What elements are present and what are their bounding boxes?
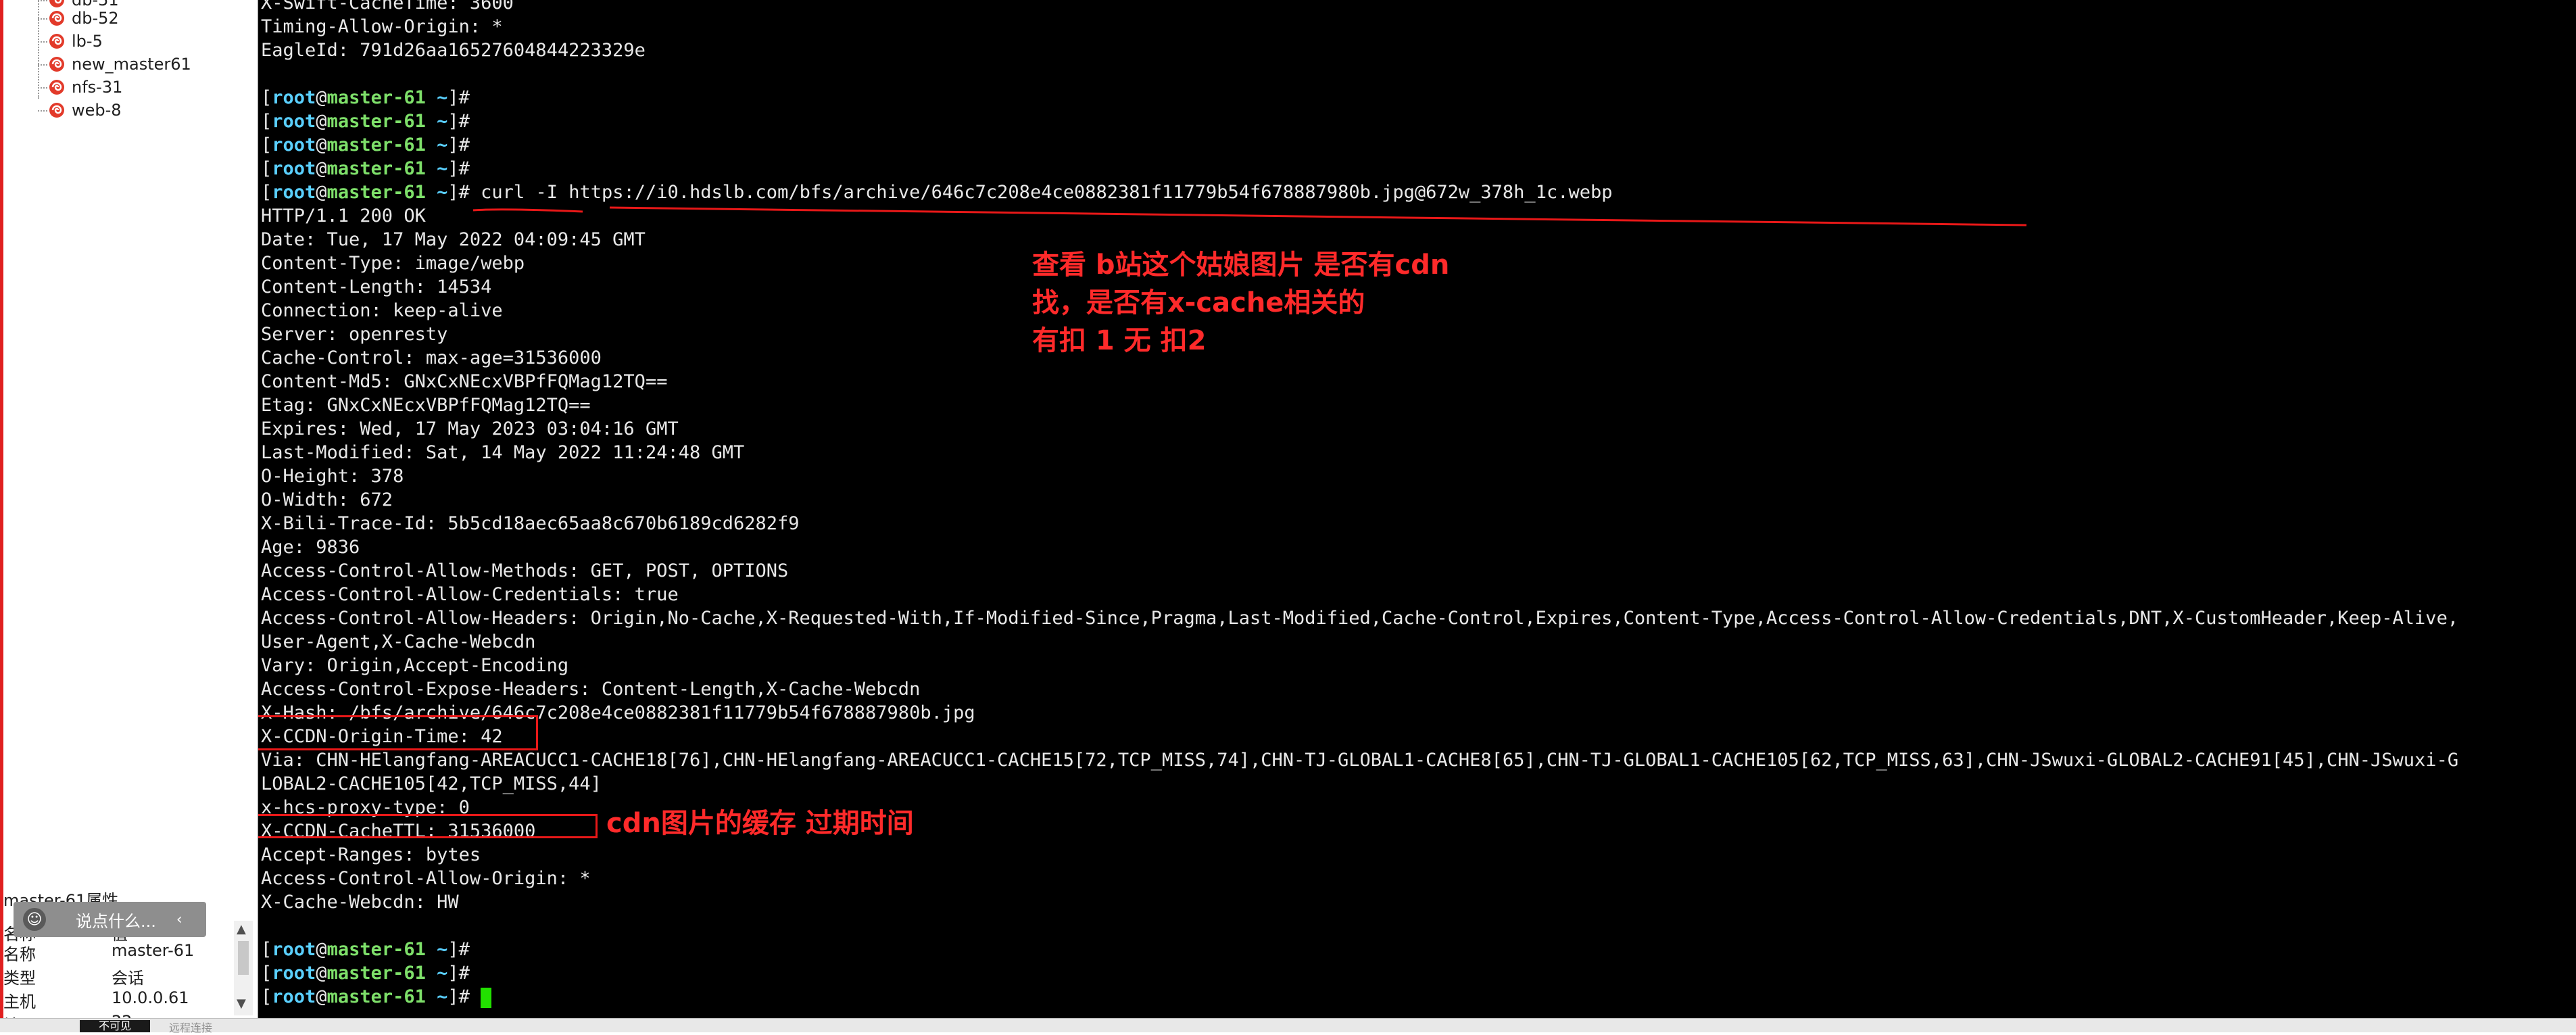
property-value: master-61 [112,941,195,960]
session-item-label: new_master61 [72,55,191,74]
session-swirl-icon [47,32,66,51]
tree-connector [38,87,47,89]
tree-connector [38,41,47,43]
tree-connector [38,18,47,20]
terminal-window[interactable]: X-Swift-CacheTime: 3600 Timing-Allow-Orig… [258,0,2576,1018]
annotation-note-line-3: 有扣 1 无 扣2 [1032,325,1207,356]
scroll-up-icon[interactable]: ▲ [237,922,246,936]
status-bar: 不可见 远程连接 [0,1018,2576,1034]
session-swirl-icon [47,55,66,74]
annotation-note-line-1: 查看 b站这个姑娘图片 是否有cdn [1032,249,1450,281]
chat-placeholder[interactable]: 说点什么... [76,908,156,932]
tree-connector [38,0,39,99]
session-item-db-52[interactable]: db-52 [47,7,119,30]
session-item-label: db-52 [72,9,119,28]
session-swirl-icon [47,101,66,120]
property-row: 名称 master-61 [3,941,233,965]
session-item-nfs-31[interactable]: nfs-31 [47,76,122,99]
property-key: 主机 [3,992,36,1011]
highlight-cache-ttl-box [258,814,598,838]
session-manager-panel: db-51 db-52 lb-5 new_master61 nfs-31 web… [0,0,258,1032]
status-button[interactable]: 不可见 [80,1020,150,1032]
session-tree: db-51 db-52 lb-5 new_master61 nfs-31 web… [0,0,256,869]
property-key: 类型 [3,969,36,988]
session-item-new-master61[interactable]: new_master61 [47,53,191,76]
scrollbar-thumb[interactable] [238,941,249,975]
property-key: 名称 [3,945,36,964]
property-row: 类型 会话 [3,965,233,988]
properties-table: 名称 master-61 类型 会话 主机 10.0.0.61 端口 22 [3,941,233,1023]
property-value: 会话 [112,969,144,988]
session-item-label: web-8 [72,101,122,120]
underline-curl-left [472,208,583,213]
session-swirl-icon [47,9,66,28]
tree-connector [38,0,47,1]
status-text: 远程连接 [169,1021,213,1034]
scroll-down-icon[interactable]: ▼ [237,996,246,1011]
session-item-label: nfs-31 [72,78,123,97]
chat-toolbar[interactable]: ☺ 说点什么... ‹ [14,902,206,937]
chat-bubble-icon[interactable]: ☺ [23,908,46,931]
annotation-underlines [472,206,2027,226]
underline-curl-right [609,206,2027,226]
session-swirl-icon [47,78,66,97]
chevron-left-icon[interactable]: ‹ [176,911,183,928]
property-value: 10.0.0.61 [112,988,189,1007]
tree-connector [38,64,47,66]
property-row: 主机 10.0.0.61 [3,988,233,1012]
session-item-web-8[interactable]: web-8 [47,99,122,122]
highlight-origin-time-box [258,715,538,750]
annotation-cache-note: cdn图片的缓存 过期时间 [606,808,914,839]
annotation-note-line-2: 找，是否有x-cache相关的 [1032,287,1365,318]
session-item-label: lb-5 [72,32,103,51]
properties-scrollbar[interactable]: ▲ ▼ [234,921,253,1015]
session-item-lb-5[interactable]: lb-5 [47,30,103,53]
tree-connector [38,110,47,112]
